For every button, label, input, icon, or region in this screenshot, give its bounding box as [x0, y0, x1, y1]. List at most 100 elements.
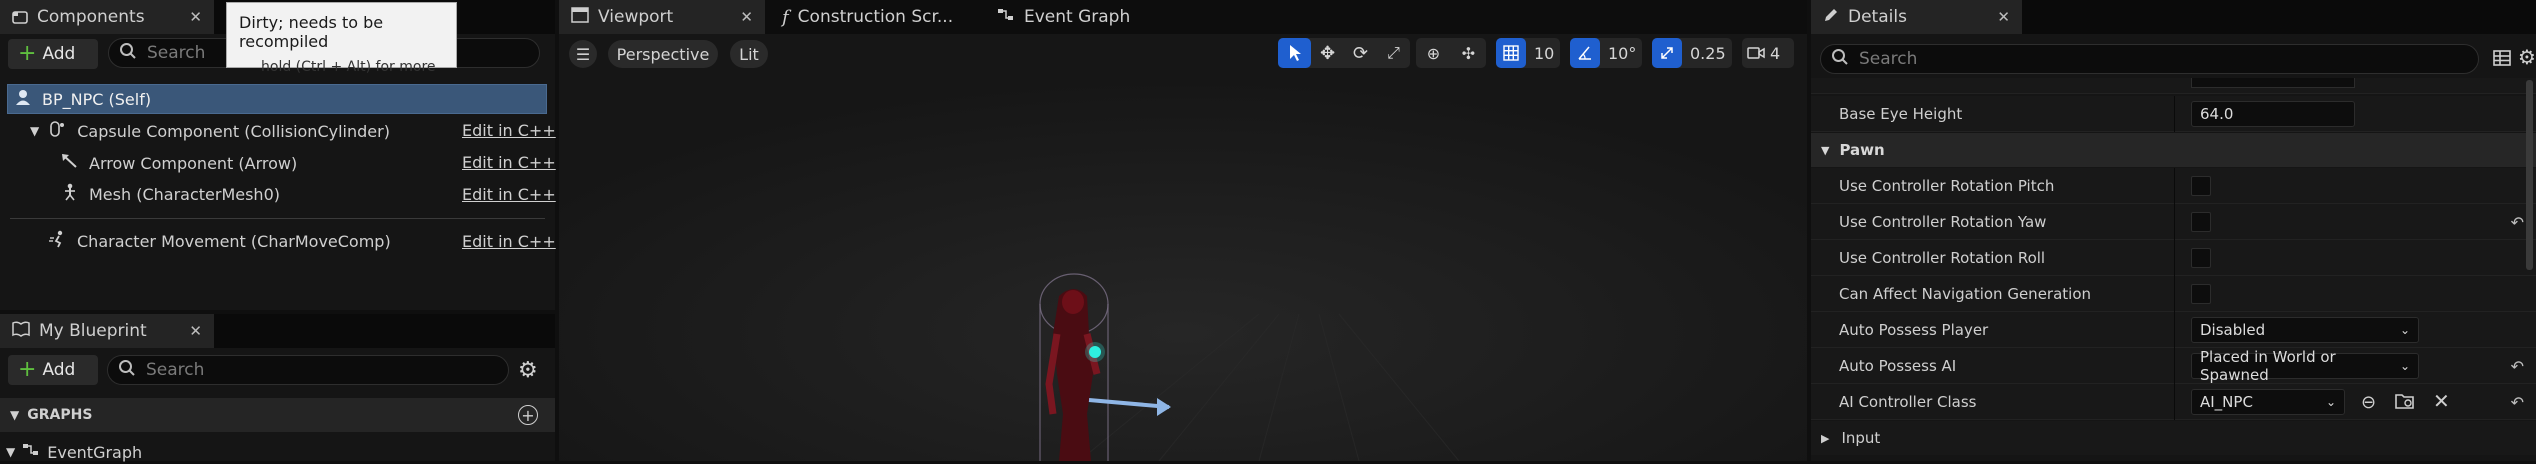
clear-icon[interactable]: ✕ [2433, 389, 2450, 413]
dirty-tooltip: Dirty; needs to be recompiled hold (Ctrl… [226, 2, 457, 75]
collapse-arrow-icon[interactable]: ▼ [1821, 144, 1829, 157]
close-icon[interactable]: ✕ [1997, 8, 2010, 26]
surface-snap-icon[interactable]: ✣ [1451, 38, 1486, 68]
edit-in-cpp-link[interactable]: Edit in C++ [462, 121, 556, 140]
column-splitter[interactable] [2174, 384, 2175, 420]
scale-tool-icon[interactable]: ⤢ [1377, 38, 1410, 68]
tab-label: Viewport [598, 7, 674, 27]
chevron-down-icon: ⌄ [2399, 359, 2410, 373]
world-space-icon[interactable]: ⊕ [1416, 38, 1451, 68]
column-splitter[interactable] [2174, 96, 2175, 132]
column-splitter[interactable] [2174, 312, 2175, 348]
viewport-menu-button[interactable]: ☰ [569, 40, 597, 68]
add-component-button[interactable]: + Add [8, 39, 98, 69]
perspective-dropdown[interactable]: Perspective [608, 40, 718, 68]
details-scrollbar[interactable] [2526, 80, 2533, 270]
partial-field [2191, 78, 2355, 88]
category-pawn[interactable]: ▼ Pawn [1811, 133, 2536, 167]
grid-snap-group[interactable]: 10 [1496, 38, 1560, 68]
coordinate-space-group: ⊕ ✣ [1416, 38, 1486, 68]
scale-snap-group[interactable]: 0.25 [1652, 38, 1732, 68]
edit-in-cpp-link[interactable]: Edit in C++ [462, 232, 556, 251]
close-icon[interactable]: ✕ [189, 322, 202, 340]
search-icon [119, 42, 137, 65]
auto-possess-ai-dropdown[interactable]: Placed in World or Spawned ⌄ [2191, 348, 2419, 384]
yaw-checkbox[interactable] [2191, 212, 2211, 232]
tab-components[interactable]: Components ✕ [0, 0, 214, 34]
edit-in-cpp-link[interactable]: Edit in C++ [462, 153, 556, 172]
select-tool-icon[interactable] [1278, 38, 1311, 68]
scale-snap-icon[interactable] [1652, 38, 1682, 68]
component-row-capsule[interactable]: ▼ Capsule Component (CollisionCylinder) [30, 117, 390, 145]
book-icon [12, 320, 30, 342]
rotation-snap-icon[interactable] [1570, 38, 1600, 68]
close-icon[interactable]: ✕ [189, 8, 202, 26]
auto-possess-player-dropdown[interactable]: Disabled ⌄ [2191, 317, 2419, 343]
expand-arrow-icon[interactable]: ▶ [1821, 432, 1829, 445]
expand-arrow-icon[interactable]: ▼ [6, 445, 15, 459]
row-label: Can Affect Navigation Generation [1839, 285, 2092, 303]
tab-my-blueprint[interactable]: My Blueprint ✕ [0, 314, 214, 348]
skeletal-mesh-icon [60, 183, 80, 205]
row-label: Use Controller Rotation Yaw [1839, 213, 2047, 231]
use-selected-asset-icon[interactable]: ⊖ [2361, 392, 2376, 413]
add-blueprint-member-button[interactable]: + Add [8, 355, 98, 385]
component-row-movement[interactable]: Character Movement (CharMoveComp) [48, 227, 391, 255]
browse-asset-icon[interactable] [2395, 392, 2415, 414]
details-row-auto-possess-player: Auto Possess Player Disabled ⌄ [1811, 312, 2536, 348]
grid-snap-icon[interactable] [1496, 38, 1526, 68]
details-row-partial [1811, 78, 2536, 94]
tab-details[interactable]: Details ✕ [1811, 0, 2022, 34]
navigation-checkbox[interactable] [2191, 284, 2211, 304]
reset-to-default-icon[interactable]: ↶ [2511, 357, 2524, 376]
column-splitter[interactable] [2174, 168, 2175, 204]
hamburger-icon: ☰ [575, 44, 591, 64]
graph-icon [997, 7, 1015, 28]
tab-label: Event Graph [1024, 7, 1131, 27]
rotation-snap-value: 10° [1608, 43, 1637, 63]
column-splitter[interactable] [2174, 276, 2175, 312]
reset-to-default-icon[interactable]: ↶ [2511, 393, 2524, 412]
viewport-scene[interactable] [559, 34, 1807, 461]
category-label: Pawn [1839, 141, 1885, 159]
expand-arrow-icon[interactable]: ▼ [30, 124, 39, 138]
rotation-snap-group[interactable]: 10° [1570, 38, 1642, 68]
collapse-arrow-icon[interactable]: ▼ [10, 408, 19, 422]
details-search-input[interactable]: Search [1820, 44, 2479, 74]
column-splitter[interactable] [2174, 348, 2175, 384]
camera-speed-group[interactable]: 4 [1742, 38, 1794, 68]
pencil-icon [1823, 7, 1839, 28]
roll-checkbox[interactable] [2191, 248, 2211, 268]
category-input[interactable]: ▶ Input [1811, 421, 2536, 455]
base-eye-height-input[interactable]: 64.0 [2191, 101, 2355, 127]
pitch-checkbox[interactable] [2191, 176, 2211, 196]
component-row-mesh[interactable]: Mesh (CharacterMesh0) [60, 180, 280, 208]
table-view-icon[interactable] [2492, 48, 2512, 72]
rotate-tool-icon[interactable]: ⟳ [1344, 38, 1377, 68]
graphs-section-label-row: ▼ GRAPHS [10, 398, 92, 432]
section-label: GRAPHS [27, 407, 93, 423]
settings-gear-icon[interactable]: ⚙ [518, 358, 538, 383]
reset-to-default-icon[interactable]: ↶ [2511, 213, 2524, 232]
graph-icon [22, 442, 40, 462]
component-label: Capsule Component (CollisionCylinder) [77, 121, 390, 141]
graph-item-eventgraph[interactable]: ▼ EventGraph [6, 440, 142, 464]
tab-construction-script[interactable]: f Construction Scr... [770, 0, 970, 34]
my-blueprint-search-input[interactable]: Search [107, 355, 509, 385]
lit-view-mode-dropdown[interactable]: Lit [730, 40, 768, 68]
plus-icon: + [18, 357, 37, 382]
details-row-use-controller-rotation-yaw: Use Controller Rotation Yaw ↶ [1811, 204, 2536, 240]
tab-label: Details [1848, 7, 1907, 27]
close-icon[interactable]: ✕ [740, 8, 753, 26]
add-graph-icon[interactable]: + [518, 405, 538, 425]
translate-tool-icon[interactable]: ✥ [1311, 38, 1344, 68]
column-splitter[interactable] [2174, 240, 2175, 276]
column-splitter[interactable] [2174, 204, 2175, 240]
component-row-arrow[interactable]: Arrow Component (Arrow) [60, 149, 297, 177]
transform-tools-group: ✥ ⟳ ⤢ [1278, 38, 1410, 68]
tab-event-graph[interactable]: Event Graph [985, 0, 1175, 34]
edit-in-cpp-link[interactable]: Edit in C++ [462, 185, 556, 204]
tab-viewport[interactable]: Viewport ✕ [559, 0, 765, 34]
ai-controller-class-dropdown[interactable]: AI_NPC ⌄ [2191, 389, 2345, 415]
settings-gear-icon[interactable]: ⚙ [2518, 45, 2536, 69]
